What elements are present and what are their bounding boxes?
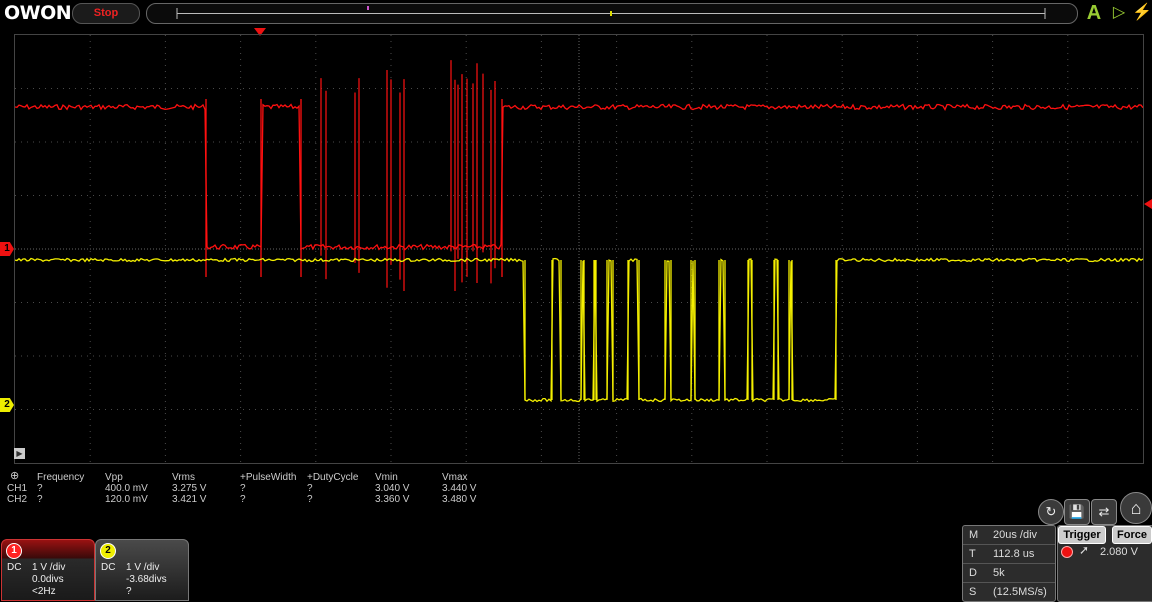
horizontal-row-trigger-time: T 112.8 us	[963, 545, 1055, 564]
measurement-value: ?	[240, 483, 246, 494]
measurement-value: ?	[37, 483, 43, 494]
measurement-row-ch2: CH2 ? 120.0 mV 3.421 V ? ? 3.360 V 3.480…	[6, 494, 526, 505]
ch1-offset: 0.0divs	[32, 574, 64, 585]
horizontal-key: M	[969, 529, 979, 541]
trigger-level-value: 2.080 V	[1100, 546, 1138, 558]
measurement-value: 3.275 V	[172, 483, 207, 494]
ch2-badge: 2	[100, 543, 116, 559]
force-trigger-button[interactable]: Force	[1112, 526, 1152, 544]
measurement-value: 3.040 V	[375, 483, 410, 494]
measurement-header: Vmin	[375, 472, 398, 483]
horizontal-key: T	[969, 548, 976, 560]
measurement-value: 3.480 V	[442, 494, 477, 505]
run-stop-button[interactable]: Stop	[72, 3, 140, 24]
horizontal-row-mode: M 20us /div	[963, 526, 1055, 545]
measurement-value: ?	[37, 494, 43, 505]
horizontal-value: 20us /div	[993, 529, 1038, 541]
measurement-row-ch1: CH1 ? 400.0 mV 3.275 V ? ? 3.040 V 3.440…	[6, 483, 526, 494]
horizontal-key: D	[969, 567, 977, 579]
measurement-value: ?	[240, 494, 246, 505]
measurement-header: Vpp	[105, 472, 123, 483]
measurement-value: ?	[307, 494, 313, 505]
horizontal-value: 112.8 us	[993, 548, 1035, 560]
measurement-header: +PulseWidth	[240, 472, 297, 483]
timeline-graphic	[176, 6, 1046, 19]
measurement-header: Vmax	[442, 472, 468, 483]
save-icon[interactable]: 💾	[1064, 499, 1090, 525]
measurement-channel-label: CH2	[7, 494, 28, 505]
ch1-settings-box[interactable]: 1 DC 1 V /div 0.0divs <2Hz	[1, 539, 95, 601]
waveform-canvas	[15, 35, 1143, 463]
memory-timeline-bar[interactable]	[146, 3, 1078, 24]
measurement-value: 3.440 V	[442, 483, 477, 494]
probe-icon[interactable]: ⚡	[1132, 2, 1152, 24]
measurement-header: Vrms	[172, 472, 195, 483]
owon-logo: OWON	[4, 2, 72, 24]
waveform-display[interactable]	[14, 34, 1144, 464]
trigger-source-icon	[1061, 546, 1073, 558]
rising-edge-icon: ➚	[1079, 543, 1090, 557]
measurement-header: Frequency	[37, 472, 85, 483]
trigger-level-marker[interactable]	[1144, 199, 1152, 209]
measurement-channel-label: CH1	[7, 483, 28, 494]
autoset-icon[interactable]: ↻	[1038, 499, 1064, 525]
menu-toggle-icon[interactable]: ▶	[14, 448, 25, 459]
autoscale-icon[interactable]: A	[1083, 2, 1105, 24]
horizontal-key: S	[969, 586, 977, 598]
ch2-offset: -3.68divs	[126, 574, 167, 585]
home-icon[interactable]: ⌂	[1120, 492, 1152, 524]
horizontal-settings-panel[interactable]: M 20us /div T 112.8 us D 5k S (12.5MS/s)	[962, 525, 1056, 602]
ch1-frequency: <2Hz	[32, 586, 56, 597]
measurement-value: 3.421 V	[172, 494, 207, 505]
ch2-volts-per-div: 1 V /div	[126, 562, 160, 573]
ch1-volts-per-div: 1 V /div	[32, 562, 66, 573]
horizontal-row-depth: D 5k	[963, 564, 1055, 583]
ch1-level-marker[interactable]: 1	[0, 242, 14, 256]
measurement-value: 400.0 mV	[105, 483, 148, 494]
measurement-value: 120.0 mV	[105, 494, 148, 505]
measurement-table: Frequency Vpp Vrms +PulseWidth +DutyCycl…	[6, 472, 526, 505]
horizontal-value: 5k	[993, 567, 1005, 579]
ch2-frequency: ?	[126, 586, 132, 597]
ch2-settings-box[interactable]: 2 DC 1 V /div -3.68divs ?	[95, 539, 189, 601]
trigger-button[interactable]: Trigger	[1058, 526, 1106, 544]
ch1-coupling: DC	[7, 562, 22, 573]
measurement-value: ?	[307, 483, 313, 494]
measurement-value: 3.360 V	[375, 494, 410, 505]
horizontal-row-sample-rate: S (12.5MS/s)	[963, 583, 1055, 601]
ch2-level-marker[interactable]: 2	[0, 398, 14, 412]
utility-icon[interactable]: ⇄	[1091, 499, 1117, 525]
horizontal-value: (12.5MS/s)	[993, 586, 1047, 598]
ch1-badge: 1	[6, 543, 22, 559]
ch2-coupling: DC	[101, 562, 116, 573]
logo-text: OWON	[4, 2, 72, 24]
measurement-header: +DutyCycle	[307, 472, 359, 483]
measurement-header-row: Frequency Vpp Vrms +PulseWidth +DutyCycl…	[6, 472, 526, 483]
play-icon[interactable]: ▷	[1109, 2, 1129, 24]
